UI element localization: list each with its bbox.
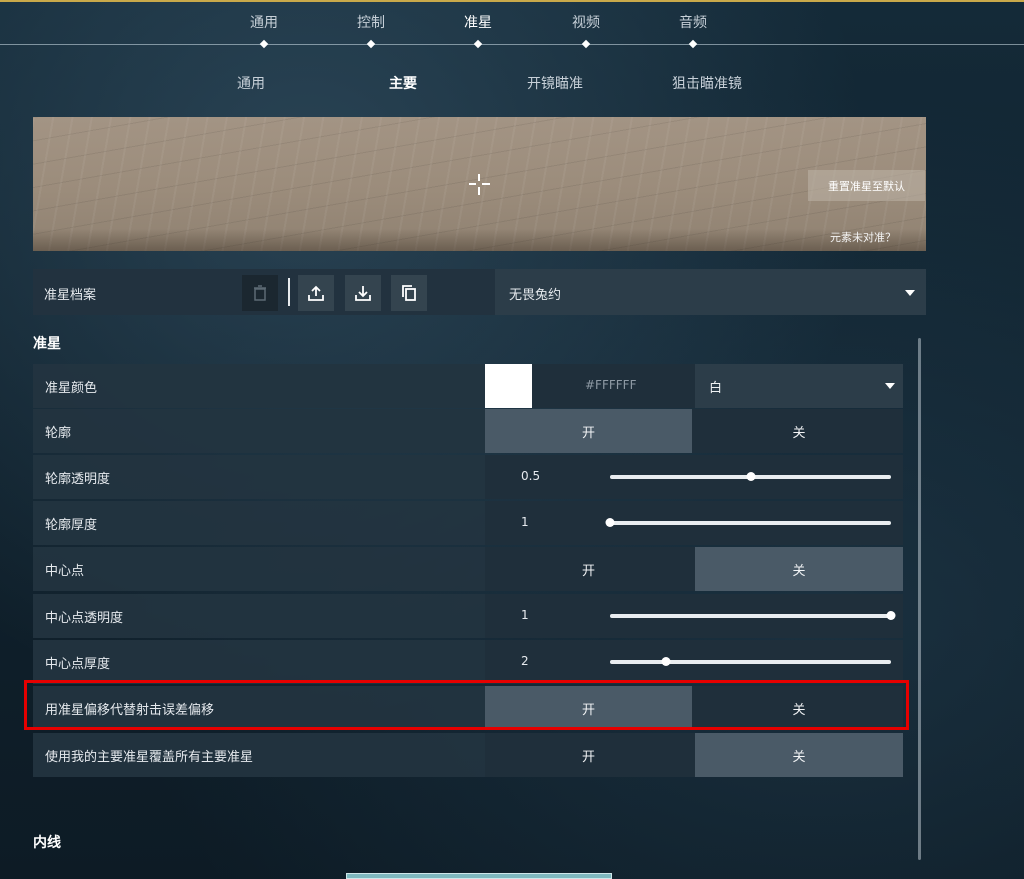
setting-row-outline-opacity: 轮廓透明度 0.5 <box>33 455 903 499</box>
setting-row-center-dot-opacity: 中心点透明度 1 <box>33 594 903 638</box>
tab-audio[interactable]: 音频 <box>679 12 707 32</box>
toggle-group: 开 关 <box>485 409 903 453</box>
color-dropdown-value: 白 <box>709 381 723 396</box>
subtab-ads[interactable]: 开镜瞄准 <box>527 73 583 93</box>
crosshair-preview-gap <box>476 181 482 187</box>
toggle-group: 开 关 <box>485 547 903 591</box>
tab-marker <box>259 39 269 49</box>
setting-label: 使用我的主要准星覆盖所有主要准星 <box>45 750 254 765</box>
setting-label: 轮廓 <box>45 426 72 441</box>
tab-video[interactable]: 视频 <box>572 12 600 32</box>
slider-handle[interactable] <box>886 611 896 620</box>
copy-profile-button[interactable] <box>391 275 427 311</box>
export-profile-button[interactable] <box>298 275 334 311</box>
setting-row-crosshair-color: 准星颜色 #FFFFFF 白 <box>33 364 903 408</box>
chevron-down-icon <box>885 383 895 389</box>
setting-row-center-dot: 中心点 开 关 <box>33 547 903 591</box>
color-hex-input[interactable]: #FFFFFF <box>585 378 636 392</box>
section-title-crosshair: 准星 <box>33 336 61 352</box>
color-controls: #FFFFFF 白 <box>485 364 903 408</box>
override-primary-on-toggle[interactable]: 开 <box>485 733 692 777</box>
tab-controls[interactable]: 控制 <box>357 12 385 32</box>
download-icon <box>355 286 371 301</box>
copy-icon <box>402 285 416 301</box>
outline-off-toggle[interactable]: 关 <box>695 409 903 453</box>
setting-row-outline: 轮廓 开 关 <box>33 409 903 453</box>
slider-value-input[interactable]: 2 <box>521 654 529 668</box>
override-primary-off-toggle[interactable]: 关 <box>695 733 903 777</box>
slider-value-input[interactable]: 1 <box>521 608 529 622</box>
delete-profile-button[interactable] <box>242 275 278 311</box>
upload-icon <box>308 285 324 301</box>
subtab-sniper-scope[interactable]: 狙击瞄准镜 <box>672 73 742 93</box>
trash-icon <box>254 285 266 301</box>
profile-divider <box>288 278 290 306</box>
slider-track[interactable] <box>610 660 891 664</box>
top-nav-rule <box>0 44 1024 45</box>
setting-label: 中心点 <box>45 564 85 579</box>
setting-row-center-dot-thickness: 中心点厚度 2 <box>33 640 903 684</box>
setting-label: 准星颜色 <box>45 381 98 396</box>
import-profile-button[interactable] <box>345 275 381 311</box>
toggle-group: 开 关 <box>485 733 903 777</box>
top-accent-line <box>0 0 1024 2</box>
color-dropdown[interactable]: 白 <box>695 364 903 408</box>
tab-crosshair[interactable]: 准星 <box>464 12 492 32</box>
setting-label: 轮廓厚度 <box>45 518 98 533</box>
setting-row-override-primary: 使用我的主要准星覆盖所有主要准星 开 关 <box>33 733 903 777</box>
setting-label: 中心点厚度 <box>45 657 111 672</box>
highlight-box <box>24 680 909 730</box>
bottom-button[interactable] <box>346 873 612 879</box>
crosshair-profile-label: 准星档案 <box>44 288 97 303</box>
setting-row-outline-thickness: 轮廓厚度 1 <box>33 501 903 545</box>
setting-label: 中心点透明度 <box>45 611 124 626</box>
tab-marker <box>366 39 376 49</box>
tab-marker-active <box>473 39 483 49</box>
tab-general[interactable]: 通用 <box>250 12 278 32</box>
tab-marker <box>581 39 591 49</box>
scrollbar[interactable] <box>918 338 921 860</box>
subtab-primary[interactable]: 主要 <box>389 73 417 93</box>
slider-control: 1 <box>485 594 903 638</box>
center-dot-on-toggle[interactable]: 开 <box>485 547 692 591</box>
preview-floor-shade <box>33 229 926 251</box>
slider-track[interactable] <box>610 521 891 525</box>
section-title-inner-lines: 内线 <box>33 835 61 851</box>
slider-track[interactable] <box>610 614 891 618</box>
slider-handle[interactable] <box>661 657 671 666</box>
tab-marker <box>688 39 698 49</box>
slider-control: 2 <box>485 640 903 684</box>
subtab-general[interactable]: 通用 <box>237 73 265 93</box>
slider-handle[interactable] <box>746 472 755 481</box>
reset-crosshair-button[interactable]: 重置准星至默认 <box>808 170 925 201</box>
profile-dropdown-value: 无畏兔约 <box>509 288 562 303</box>
slider-handle[interactable] <box>605 518 615 527</box>
chevron-down-icon <box>905 290 915 296</box>
color-swatch[interactable] <box>485 364 532 408</box>
slider-value-input[interactable]: 1 <box>521 515 529 529</box>
outline-on-toggle[interactable]: 开 <box>485 409 692 453</box>
setting-label: 轮廓透明度 <box>45 472 111 487</box>
center-dot-off-toggle[interactable]: 关 <box>695 547 903 591</box>
slider-control: 0.5 <box>485 455 903 499</box>
slider-value-input[interactable]: 0.5 <box>521 469 540 483</box>
slider-control: 1 <box>485 501 903 545</box>
elements-misaligned-link[interactable]: 元素未对准？ <box>830 229 896 245</box>
